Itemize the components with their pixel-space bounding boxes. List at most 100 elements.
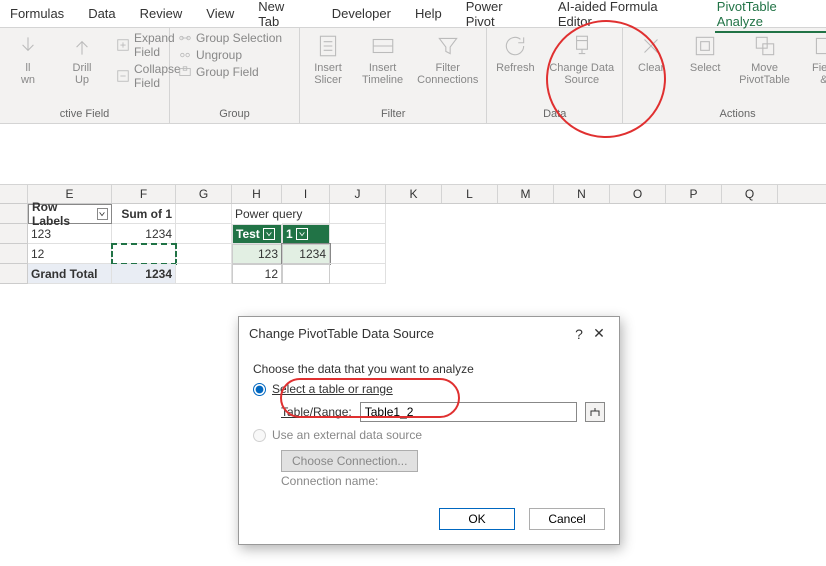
filter-connections-button[interactable]: Filter Connections — [415, 30, 480, 88]
select-all-corner[interactable] — [0, 185, 28, 203]
group-selection-icon — [178, 31, 192, 45]
ribbon-group-data: Refresh Change Data Source Data — [487, 28, 623, 123]
dropdown-icon[interactable] — [296, 228, 308, 240]
col-H[interactable]: H — [232, 185, 282, 203]
tab-developer[interactable]: Developer — [330, 2, 393, 25]
cell[interactable] — [176, 244, 232, 264]
dialog-close-button[interactable]: ✕ — [589, 325, 609, 342]
pivot-grand-total-value[interactable]: 1234 — [112, 264, 176, 284]
row-header[interactable] — [0, 204, 28, 224]
range-picker-button[interactable] — [585, 402, 605, 422]
tab-formulas[interactable]: Formulas — [8, 2, 66, 25]
ribbon-group-actions: Clear Select Move PivotTable Field & Act… — [623, 28, 826, 123]
dropdown-icon[interactable] — [263, 228, 275, 240]
pq-cell[interactable]: 1234 — [282, 244, 330, 264]
ok-button[interactable]: OK — [439, 508, 515, 530]
cell[interactable] — [176, 264, 232, 284]
pivot-grand-total-label[interactable]: Grand Total — [28, 264, 112, 284]
tab-view[interactable]: View — [204, 2, 236, 25]
ribbon-group-filter: Insert Slicer Insert Timeline Filter Con… — [300, 28, 487, 123]
table-range-label: Table/Range: — [281, 405, 352, 419]
ribbon: ll wn Drill Up Expand Field Collapse Fie… — [0, 28, 826, 124]
filter-dropdown-icon[interactable] — [97, 208, 108, 220]
refresh-button[interactable]: Refresh — [493, 30, 537, 76]
radio-select-table[interactable]: Select a table or range — [253, 382, 605, 396]
pq-cell[interactable] — [282, 264, 330, 284]
drill-down-icon — [14, 32, 42, 60]
cell[interactable] — [176, 204, 232, 224]
col-P[interactable]: P — [666, 185, 722, 203]
clear-button[interactable]: Clear — [629, 30, 673, 76]
group-label-group: Group — [176, 106, 293, 123]
col-O[interactable]: O — [610, 185, 666, 203]
connection-name-label: Connection name: — [281, 474, 605, 488]
col-N[interactable]: N — [554, 185, 610, 203]
col-I[interactable]: I — [282, 185, 330, 203]
ungroup-button[interactable]: Ungroup — [176, 47, 284, 63]
cell[interactable] — [176, 224, 232, 244]
pq-cell[interactable]: 12 — [232, 264, 282, 284]
col-K[interactable]: K — [386, 185, 442, 203]
group-label-data: Data — [493, 106, 616, 123]
pivot-row-label[interactable]: 123 — [28, 224, 112, 244]
col-L[interactable]: L — [442, 185, 498, 203]
row-header[interactable] — [0, 244, 28, 264]
tab-data[interactable]: Data — [86, 2, 117, 25]
col-F[interactable]: F — [112, 185, 176, 203]
select-button[interactable]: Select — [683, 30, 727, 76]
active-cell[interactable] — [112, 244, 176, 264]
cell[interactable] — [330, 204, 386, 224]
pq-title-cell[interactable]: Power query — [232, 204, 282, 224]
dialog-title: Change PivotTable Data Source — [249, 326, 569, 341]
ribbon-group-active-field: ll wn Drill Up Expand Field Collapse Fie… — [0, 28, 170, 123]
dialog-help-button[interactable]: ? — [569, 326, 589, 342]
pivot-sum-header[interactable]: Sum of 1 — [112, 204, 176, 224]
table-range-input[interactable] — [360, 402, 577, 422]
pq-header-test[interactable]: Test — [232, 224, 282, 244]
group-label-actions: Actions — [629, 106, 826, 123]
pivot-row-labels-header[interactable]: Row Labels — [28, 204, 112, 224]
col-J[interactable]: J — [330, 185, 386, 203]
radio-input — [253, 429, 266, 442]
cell[interactable] — [330, 244, 386, 264]
col-M[interactable]: M — [498, 185, 554, 203]
clear-icon — [637, 32, 665, 60]
group-label-filter: Filter — [306, 106, 480, 123]
refresh-icon — [501, 32, 529, 60]
choose-connection-button: Choose Connection... — [281, 450, 418, 472]
change-data-source-button[interactable]: Change Data Source — [547, 30, 616, 88]
tab-help[interactable]: Help — [413, 2, 444, 25]
drill-up-button[interactable]: Drill Up — [60, 30, 104, 88]
cell[interactable] — [330, 224, 386, 244]
pq-cell[interactable]: 123 — [232, 244, 282, 264]
row-header[interactable] — [0, 224, 28, 244]
expand-icon — [116, 38, 130, 52]
pq-header-1[interactable]: 1 — [282, 224, 330, 244]
move-pivottable-button[interactable]: Move PivotTable — [737, 30, 792, 88]
cell[interactable] — [330, 264, 386, 284]
group-field-button[interactable]: Group Field — [176, 64, 284, 80]
cell[interactable] — [282, 204, 330, 224]
insert-slicer-button[interactable]: Insert Slicer — [306, 30, 350, 88]
insert-timeline-button[interactable]: Insert Timeline — [360, 30, 405, 88]
radio-external-source[interactable]: Use an external data source — [253, 428, 605, 442]
group-field-icon — [178, 65, 192, 79]
drill-down-button[interactable]: ll wn — [6, 30, 50, 88]
radio-input[interactable] — [253, 383, 266, 396]
col-G[interactable]: G — [176, 185, 232, 203]
timeline-icon — [369, 32, 397, 60]
column-headers: E F G H I J K L M N O P Q — [0, 184, 826, 204]
ungroup-icon — [178, 48, 192, 62]
select-icon — [691, 32, 719, 60]
pivot-value[interactable]: 1234 — [112, 224, 176, 244]
row-header[interactable] — [0, 264, 28, 284]
field-icon — [810, 32, 826, 60]
tab-review[interactable]: Review — [138, 2, 185, 25]
group-selection-button[interactable]: Group Selection — [176, 30, 284, 46]
cancel-button[interactable]: Cancel — [529, 508, 605, 530]
dialog-titlebar: Change PivotTable Data Source ? ✕ — [239, 317, 619, 350]
col-Q[interactable]: Q — [722, 185, 778, 203]
pivot-row-label[interactable]: 12 — [28, 244, 112, 264]
field-button[interactable]: Field & — [802, 30, 826, 88]
collapse-icon — [116, 69, 130, 83]
